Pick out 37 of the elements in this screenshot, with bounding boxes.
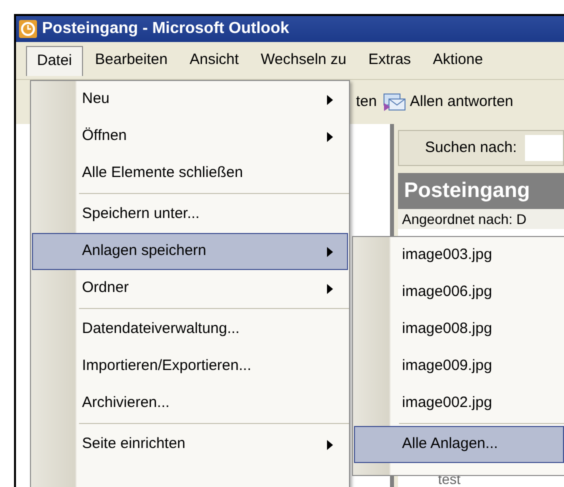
menu-bar-item[interactable]: Wechseln zu [250, 46, 356, 76]
reply-button[interactable]: ten [356, 90, 377, 114]
menu-bar-item[interactable]: Ansicht [180, 46, 249, 76]
search-label: Suchen nach: [425, 138, 517, 158]
window-title: Posteingang - Microsoft Outlook [42, 19, 290, 39]
submenu-arrow-icon [327, 246, 333, 256]
submenu-arrow-icon [327, 440, 333, 450]
folder-title: Posteingang [404, 178, 530, 204]
sort-label: Angeordnet nach: D [402, 210, 527, 229]
envelopes-icon [382, 91, 407, 113]
menu-item[interactable]: image002.jpg [354, 385, 564, 422]
search-field[interactable] [524, 135, 563, 161]
menu-item[interactable]: Alle Anlagen... [354, 426, 564, 463]
menu-bar-item[interactable]: Bearbeiten [85, 46, 178, 76]
reply-all-button[interactable]: Allen antworten [382, 90, 514, 114]
menu-item[interactable]: Ordner [32, 270, 348, 307]
menu-item[interactable]: Öffnen [32, 118, 348, 155]
menu-item[interactable]: Archivieren... [32, 385, 348, 422]
message-subject: test [438, 471, 461, 487]
menu-item[interactable]: Importieren/Exportieren... [32, 348, 348, 385]
menu-item[interactable]: Anlagen speichern [32, 233, 348, 270]
menu-bar-item[interactable]: Datei [26, 46, 84, 76]
menu-bar-item[interactable]: Extras [358, 46, 421, 76]
submenu-arrow-icon [327, 284, 333, 294]
menu-item[interactable]: image003.jpg [354, 237, 564, 274]
submenu-arrow-icon [327, 132, 333, 142]
menu-item[interactable]: image008.jpg [354, 311, 564, 348]
app-icon [18, 19, 38, 39]
menu-item[interactable]: Neu [32, 81, 348, 118]
menu-bar-item[interactable]: Aktione [422, 46, 493, 76]
submenu-arrow-icon [327, 94, 333, 104]
menu-item[interactable]: image009.jpg [354, 348, 564, 385]
menu-item[interactable]: Alle Elemente schließen [32, 155, 348, 192]
menu-item[interactable]: Datendateiverwaltung... [32, 311, 348, 348]
menu-item[interactable]: image006.jpg [354, 274, 564, 311]
menu-item[interactable]: Speichern unter... [32, 196, 348, 233]
menu-item[interactable]: Seite einrichten [32, 426, 348, 463]
